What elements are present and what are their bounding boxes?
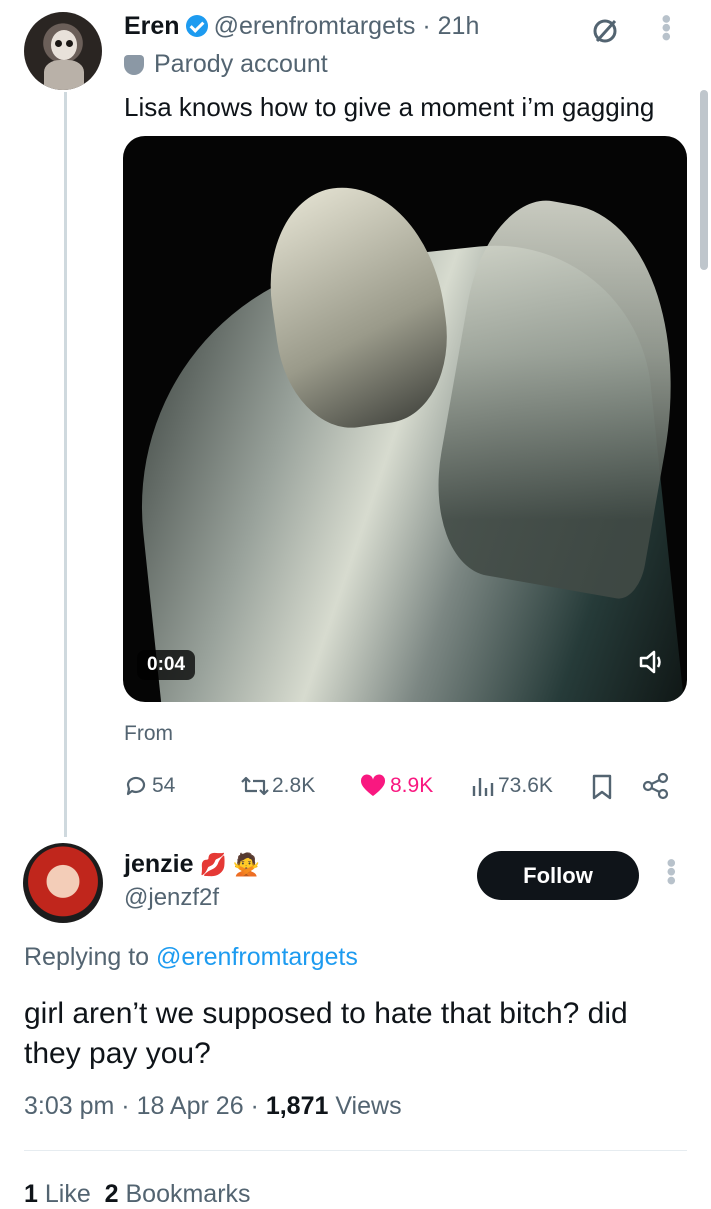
separator-space bbox=[119, 1180, 126, 1208]
thread-connector-line bbox=[64, 92, 67, 837]
lips-emoji-icon: 💋 bbox=[199, 852, 227, 877]
bookmark-icon[interactable] bbox=[592, 774, 612, 805]
views-bars-icon bbox=[472, 778, 494, 796]
video-timer: 0:04 bbox=[137, 650, 196, 680]
more-options-icon[interactable]: ••• bbox=[651, 14, 682, 40]
verified-badge-icon bbox=[185, 15, 208, 37]
reply-views-label: Views bbox=[335, 1092, 402, 1120]
tweet-text: Lisa knows how to give a moment i’m gagg… bbox=[124, 92, 655, 122]
separator-dot: · bbox=[243, 1092, 266, 1120]
woman-emoji-icon: 🙅 bbox=[232, 852, 261, 877]
reply-icon bbox=[126, 776, 146, 796]
video-player[interactable]: 0:04 bbox=[123, 136, 687, 702]
views-action[interactable]: 73.6K bbox=[470, 770, 553, 802]
avatar[interactable] bbox=[24, 12, 102, 90]
avatar-body bbox=[44, 60, 84, 90]
bookmarks-label[interactable]: Bookmarks bbox=[126, 1180, 251, 1208]
parody-label-row: Parody account bbox=[124, 50, 328, 79]
likes-label[interactable]: Like bbox=[45, 1180, 91, 1208]
avatar-eye bbox=[55, 40, 62, 47]
scrollbar-thumb[interactable] bbox=[700, 90, 708, 270]
avatar-eye bbox=[66, 40, 73, 47]
reply-avatar[interactable] bbox=[23, 843, 103, 923]
reply-text: girl aren’t we supposed to hate that bit… bbox=[24, 997, 628, 1070]
share-icon[interactable] bbox=[642, 772, 670, 805]
grok-icon[interactable] bbox=[590, 16, 620, 46]
from-label: From bbox=[124, 722, 173, 745]
reply-more-options-icon[interactable]: ••• bbox=[656, 858, 687, 884]
divider bbox=[24, 1150, 687, 1151]
separator-space bbox=[91, 1180, 105, 1208]
likes-count[interactable]: 1 bbox=[24, 1180, 38, 1208]
reply-action[interactable]: 54 bbox=[124, 770, 175, 802]
separator-space bbox=[38, 1180, 45, 1208]
tweet-time[interactable]: 21h bbox=[438, 12, 480, 40]
reply-time[interactable]: 3:03 pm bbox=[24, 1092, 114, 1120]
reply-views-count: 1,871 bbox=[265, 1092, 329, 1120]
reply-count: 54 bbox=[152, 774, 176, 797]
reply-author-row: jenzie 💋 🙅 bbox=[124, 850, 260, 879]
author-name[interactable]: Eren bbox=[124, 12, 180, 40]
repost-count: 2.8K bbox=[272, 774, 316, 797]
tweet-header: Eren @erenfromtargets · 21h bbox=[124, 12, 479, 41]
author-handle[interactable]: @erenfromtargets bbox=[214, 12, 416, 40]
follow-button[interactable]: Follow bbox=[477, 851, 639, 900]
parody-label: Parody account bbox=[154, 50, 328, 78]
replying-prefix: Replying to bbox=[24, 943, 150, 971]
repost-icon bbox=[241, 776, 269, 796]
like-action[interactable]: 8.9K bbox=[360, 770, 433, 802]
reply-engagement-footer: 1 Like 2 Bookmarks bbox=[24, 1180, 251, 1209]
reply-date[interactable]: 18 Apr 26 bbox=[137, 1092, 244, 1120]
replying-to-line: Replying to @erenfromtargets bbox=[24, 943, 358, 972]
separator-dot: · bbox=[114, 1092, 137, 1120]
volume-icon[interactable] bbox=[635, 648, 669, 678]
bookmarks-count[interactable]: 2 bbox=[105, 1180, 119, 1208]
like-count: 8.9K bbox=[390, 774, 434, 797]
heart-filled-icon bbox=[360, 774, 386, 796]
replying-to-mention[interactable]: @erenfromtargets bbox=[156, 943, 358, 971]
reply-author-name[interactable]: jenzie bbox=[124, 850, 193, 878]
reply-meta: 3:03 pm · 18 Apr 26 · 1,871 Views bbox=[24, 1092, 402, 1121]
parody-mask-icon bbox=[124, 55, 144, 75]
views-count: 73.6K bbox=[498, 774, 553, 797]
reply-author-handle[interactable]: @jenzf2f bbox=[124, 884, 219, 912]
separator-dot: · bbox=[415, 12, 438, 40]
repost-action[interactable]: 2.8K bbox=[240, 770, 315, 802]
